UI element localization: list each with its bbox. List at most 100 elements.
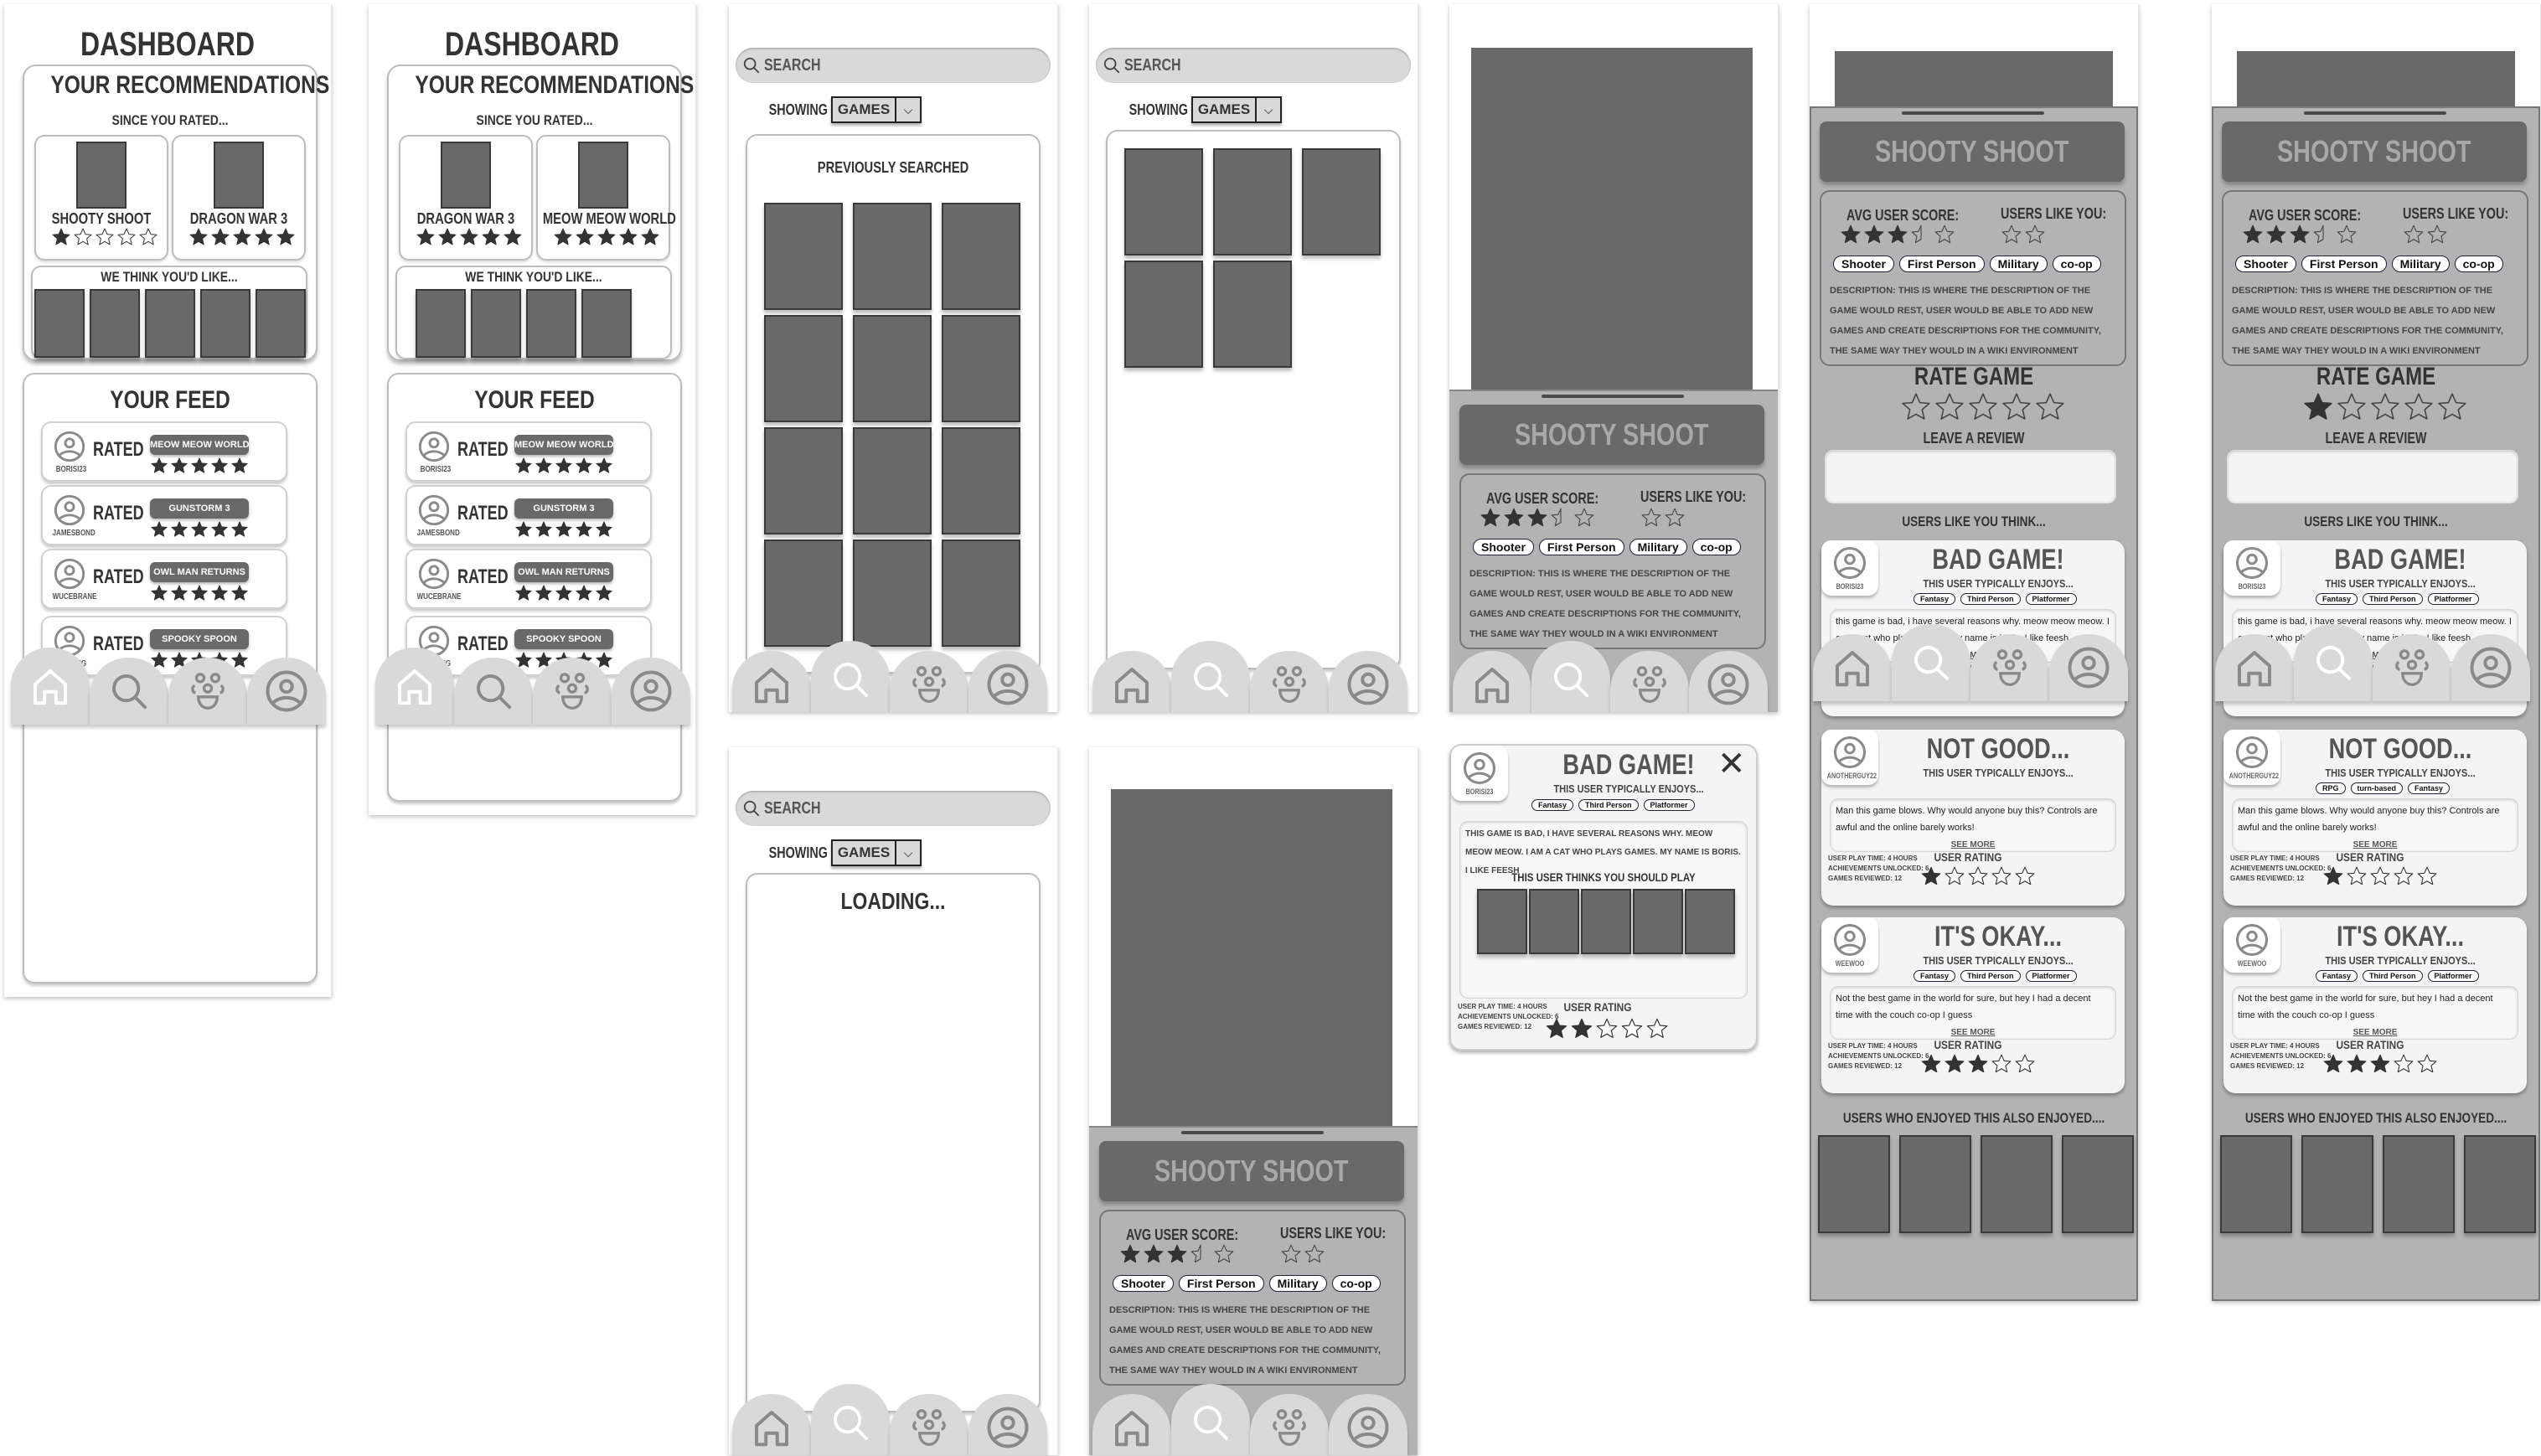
recommended-game-cover[interactable] bbox=[256, 289, 306, 358]
star-empty-icon[interactable] bbox=[2403, 391, 2435, 423]
search-result-cover[interactable] bbox=[942, 315, 1020, 422]
suggested-game-cover[interactable] bbox=[1685, 889, 1735, 954]
feed-item[interactable]: RATED JAMESBOND GUNSTORM 3 bbox=[405, 485, 652, 545]
genre-tag[interactable]: Platformer bbox=[2427, 970, 2479, 982]
reviewer-avatar[interactable]: ANOTHERGUY22 bbox=[1821, 730, 1878, 785]
genre-tag[interactable]: Fantasy bbox=[1531, 799, 1574, 811]
feed-item[interactable]: RATED BORISI23 MEOW MEOW WORLD bbox=[41, 421, 287, 482]
genre-tag[interactable]: Third Person bbox=[1578, 799, 1639, 811]
nav-tab-community[interactable] bbox=[1250, 1394, 1329, 1455]
search-result-cover[interactable] bbox=[942, 427, 1020, 534]
feed-item[interactable]: RATED BORISI23 MEOW MEOW WORLD bbox=[405, 421, 652, 482]
reviewer-avatar[interactable]: ANOTHERGUY22 bbox=[2223, 730, 2280, 785]
nav-tab-community[interactable] bbox=[1610, 651, 1689, 712]
reviewer-avatar[interactable]: WEEWOO bbox=[1821, 917, 1878, 973]
genre-tag[interactable]: First Person bbox=[1538, 539, 1624, 555]
genre-tag[interactable]: Shooter bbox=[1113, 1275, 1174, 1292]
genre-tag[interactable]: Military bbox=[2391, 256, 2450, 272]
search-result-cover[interactable] bbox=[942, 203, 1020, 310]
showing-select[interactable]: GAMES ⌵ bbox=[831, 96, 922, 123]
star-filled-icon[interactable] bbox=[2302, 391, 2334, 423]
feed-game-badge[interactable]: SPOOKY SPOON bbox=[150, 629, 249, 649]
search-result-cover[interactable] bbox=[1124, 148, 1203, 256]
chevron-down-icon[interactable]: ⌵ bbox=[895, 98, 920, 121]
reviewer-avatar[interactable]: BORISI23 bbox=[2223, 540, 2280, 596]
nav-tab-profile[interactable] bbox=[968, 651, 1047, 712]
search-result-cover[interactable] bbox=[764, 427, 843, 534]
feed-game-badge[interactable]: SPOOKY SPOON bbox=[514, 629, 613, 649]
genre-tag[interactable]: First Person bbox=[2301, 256, 2387, 272]
rated-game-card[interactable]: DRAGON WAR 3 bbox=[172, 135, 306, 261]
search-result-cover[interactable] bbox=[764, 203, 843, 310]
rated-game-card[interactable]: MEOW MEOW WORLD bbox=[536, 135, 676, 261]
genre-tag[interactable]: Shooter bbox=[1833, 256, 1894, 272]
genre-tag[interactable]: Fantasy bbox=[2316, 970, 2358, 982]
see-more-link[interactable]: SEE MORE bbox=[1831, 840, 2115, 849]
reviewer-avatar[interactable]: BORISI23 bbox=[1451, 746, 1508, 801]
nav-tab-community[interactable] bbox=[1250, 651, 1329, 712]
nav-tab-search[interactable] bbox=[454, 658, 533, 725]
suggested-game-cover[interactable] bbox=[1477, 889, 1527, 954]
genre-tag[interactable]: First Person bbox=[1178, 1275, 1264, 1292]
nav-tab-profile[interactable] bbox=[1329, 1394, 1407, 1455]
nav-tab-search[interactable] bbox=[811, 641, 890, 712]
nav-tab-profile[interactable] bbox=[968, 1394, 1047, 1455]
genre-tag[interactable]: co-op bbox=[1691, 539, 1741, 555]
search-result-cover[interactable] bbox=[853, 427, 932, 534]
feed-game-badge[interactable]: GUNSTORM 3 bbox=[150, 498, 249, 519]
also-enjoyed-cover[interactable] bbox=[2062, 1135, 2134, 1233]
search-result-cover[interactable] bbox=[1124, 261, 1203, 368]
sheet-drag-handle[interactable] bbox=[1542, 395, 1684, 398]
feed-item[interactable]: RATED WUCEBRANE OWL MAN RETURNS bbox=[405, 549, 652, 609]
genre-tag[interactable]: Platformer bbox=[1643, 799, 1695, 811]
nav-tab-profile[interactable] bbox=[1689, 651, 1768, 712]
genre-tag[interactable]: Shooter bbox=[2235, 256, 2296, 272]
search-input[interactable]: SEARCH bbox=[736, 48, 1051, 83]
star-empty-icon[interactable] bbox=[2336, 391, 2368, 423]
suggested-game-cover[interactable] bbox=[1633, 889, 1683, 954]
nav-tab-profile[interactable] bbox=[1329, 651, 1407, 712]
genre-tag[interactable]: RPG bbox=[2316, 782, 2346, 794]
feed-game-badge[interactable]: OWL MAN RETURNS bbox=[150, 562, 249, 582]
nav-tab-search[interactable] bbox=[90, 658, 168, 725]
nav-tab-profile[interactable] bbox=[2451, 634, 2530, 701]
also-enjoyed-cover[interactable] bbox=[1981, 1135, 2053, 1233]
rated-game-card[interactable]: SHOOTY SHOOT bbox=[34, 135, 168, 261]
genre-tag[interactable]: Platformer bbox=[2427, 593, 2479, 605]
nav-tab-search[interactable] bbox=[811, 1384, 890, 1455]
sheet-drag-handle[interactable] bbox=[1902, 111, 2044, 115]
genre-tag[interactable]: Platformer bbox=[2025, 593, 2077, 605]
sheet-drag-handle[interactable] bbox=[2304, 111, 2446, 115]
search-input[interactable]: SEARCH bbox=[736, 791, 1051, 826]
genre-tag[interactable]: Military bbox=[1268, 1275, 1327, 1292]
reviewer-avatar[interactable]: WEEWOO bbox=[2223, 917, 2280, 973]
genre-tag[interactable]: Fantasy bbox=[2408, 782, 2451, 794]
search-input[interactable]: SEARCH bbox=[1096, 48, 1411, 83]
search-result-cover[interactable] bbox=[942, 540, 1020, 647]
rated-game-card[interactable]: DRAGON WAR 3 bbox=[399, 135, 533, 261]
rate-game-stars[interactable] bbox=[2302, 391, 2468, 423]
genre-tag[interactable]: Third Person bbox=[1960, 593, 2021, 605]
genre-tag[interactable]: Military bbox=[1989, 256, 2048, 272]
genre-tag[interactable]: Shooter bbox=[1473, 539, 1534, 555]
nav-tab-home[interactable] bbox=[1813, 634, 1892, 701]
search-result-cover[interactable] bbox=[1213, 148, 1292, 256]
sheet-drag-handle[interactable] bbox=[1181, 1131, 1324, 1134]
nav-tab-community[interactable] bbox=[890, 651, 968, 712]
nav-tab-community[interactable] bbox=[1970, 634, 2049, 701]
nav-tab-community[interactable] bbox=[168, 658, 247, 725]
search-result-cover[interactable] bbox=[1302, 148, 1381, 256]
genre-tag[interactable]: Fantasy bbox=[1913, 970, 1956, 982]
star-empty-icon[interactable] bbox=[1900, 391, 1932, 423]
suggested-game-cover[interactable] bbox=[1529, 889, 1579, 954]
also-enjoyed-cover[interactable] bbox=[1818, 1135, 1890, 1233]
nav-tab-home[interactable] bbox=[1092, 651, 1171, 712]
reviewer-avatar[interactable]: BORISI23 bbox=[1821, 540, 1878, 596]
rate-game-stars[interactable] bbox=[1900, 391, 2066, 423]
search-result-cover[interactable] bbox=[853, 540, 932, 647]
nav-tab-community[interactable] bbox=[890, 1394, 968, 1455]
nav-tab-home[interactable] bbox=[2215, 634, 2294, 701]
see-more-link[interactable]: SEE MORE bbox=[2233, 1028, 2518, 1037]
review-textarea[interactable] bbox=[2227, 450, 2518, 503]
nav-tab-search[interactable] bbox=[2294, 624, 2373, 701]
